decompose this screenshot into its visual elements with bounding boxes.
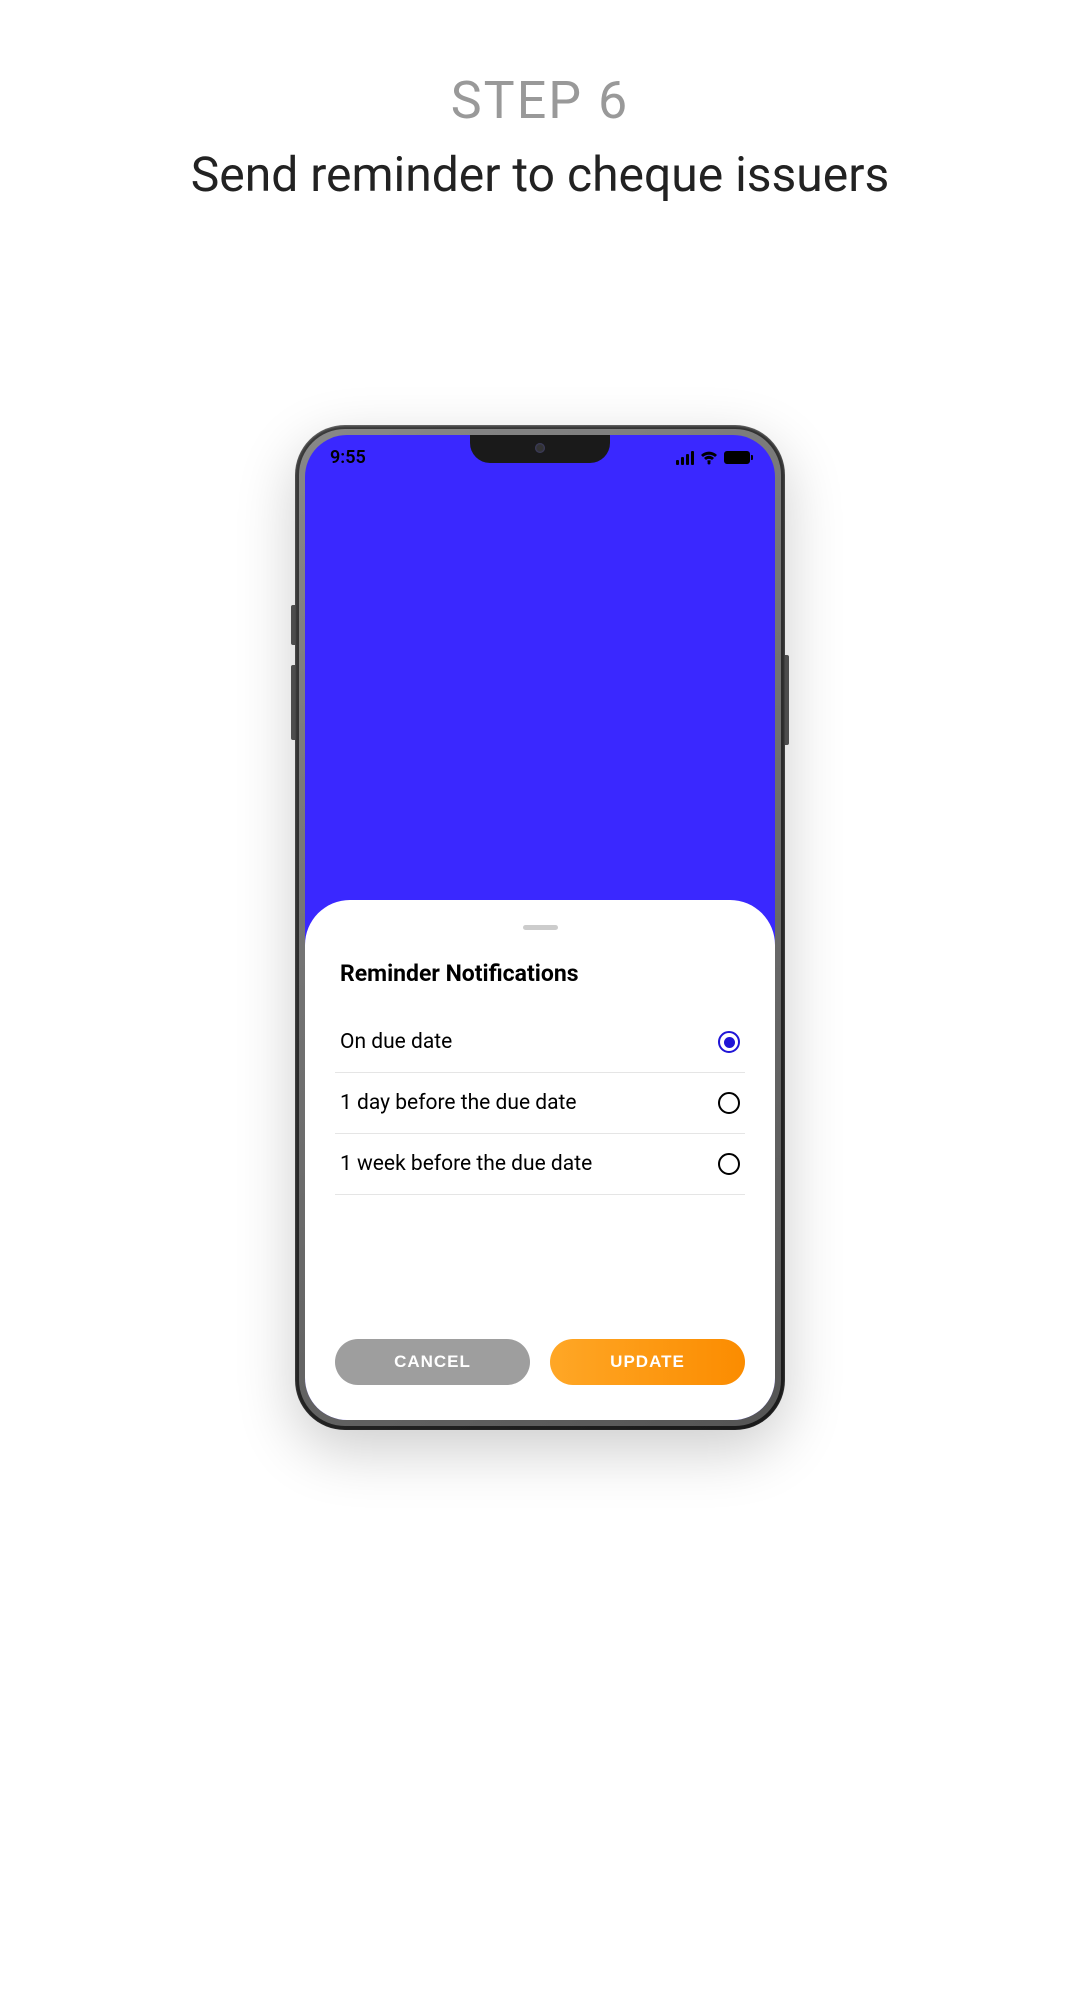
phone-screen: 9:55 Remind: [305, 435, 775, 1420]
bottom-sheet: Reminder Notifications On due date 1 day…: [305, 900, 775, 1420]
status-time: 9:55: [330, 447, 366, 468]
radio-on-due-date[interactable]: [718, 1031, 740, 1053]
sheet-drag-handle[interactable]: [523, 925, 558, 930]
signal-icon: [676, 451, 694, 465]
radio-1-week-before[interactable]: [718, 1153, 740, 1175]
phone-mockup: 9:55 Remind: [295, 425, 785, 1430]
option-1-day-before[interactable]: 1 day before the due date: [335, 1073, 745, 1134]
option-label: On due date: [340, 1030, 452, 1054]
button-row: CANCEL UPDATE: [335, 1339, 745, 1385]
battery-icon: [724, 451, 750, 464]
option-on-due-date[interactable]: On due date: [335, 1012, 745, 1073]
option-label: 1 week before the due date: [340, 1152, 592, 1176]
phone-frame: 9:55 Remind: [295, 425, 785, 1430]
update-button[interactable]: UPDATE: [550, 1339, 745, 1385]
option-1-week-before[interactable]: 1 week before the due date: [335, 1134, 745, 1195]
status-icons: [676, 451, 750, 465]
step-number-label: STEP 6: [0, 70, 1080, 131]
radio-1-day-before[interactable]: [718, 1092, 740, 1114]
wifi-icon: [700, 451, 718, 465]
sheet-title: Reminder Notifications: [335, 960, 745, 987]
step-description: Send reminder to cheque issuers: [0, 146, 1080, 203]
cancel-button[interactable]: CANCEL: [335, 1339, 530, 1385]
phone-notch: [470, 435, 610, 463]
option-label: 1 day before the due date: [340, 1091, 577, 1115]
phone-power-button: [785, 655, 789, 745]
